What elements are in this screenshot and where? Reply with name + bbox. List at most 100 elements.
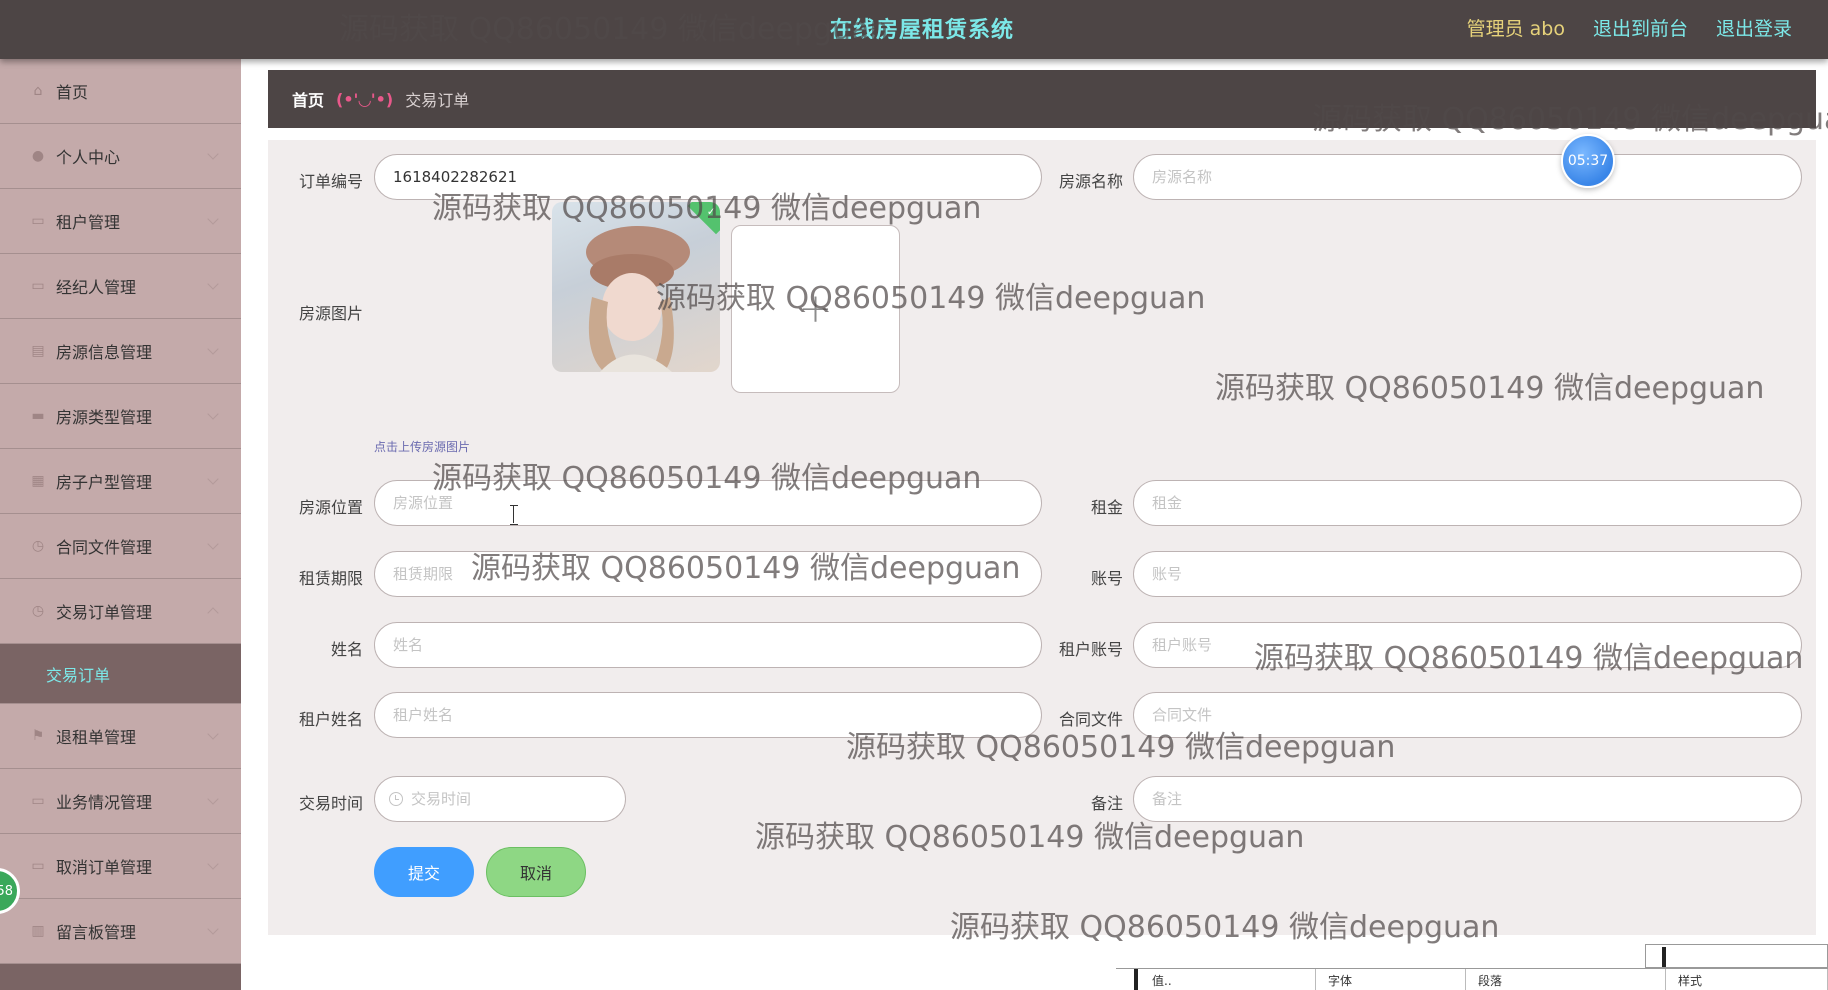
sidebar-item-house-types[interactable]: ▬ 房源类型管理 — [0, 384, 241, 449]
order-no-label: 订单编号 — [298, 172, 363, 191]
sidebar-item-label: 个人中心 — [56, 148, 121, 167]
sidebar-item-cancel-orders[interactable]: ▭ 取消订单管理 — [0, 834, 241, 899]
list-icon: ▭ — [31, 793, 45, 809]
order-form: 订单编号 房源名称 房源图片 ✓ + 点击上传房源图片 房源位置 租金 租赁期限… — [268, 140, 1816, 935]
sidebar-item-profile[interactable]: ● 个人中心 — [0, 124, 241, 189]
chevron-down-icon — [207, 213, 219, 225]
check-icon: ✓ — [706, 205, 716, 218]
sidebar-item-home[interactable]: ⌂ 首页 — [0, 59, 241, 124]
toolbar-cell[interactable]: 字体 — [1316, 969, 1466, 990]
top-bar: 在线房屋租赁系统 管理员 abo 退出到前台 退出登录 — [0, 0, 1828, 59]
breadcrumb-home[interactable]: 首页 — [292, 87, 324, 111]
sidebar-item-checkout[interactable]: ⚑ 退租单管理 — [0, 704, 241, 769]
sidebar-item-messages[interactable]: ▥ 留言板管理 — [0, 899, 241, 964]
clock-icon — [389, 792, 403, 806]
clock-icon: ◷ — [31, 603, 45, 619]
trade-time-picker[interactable] — [374, 776, 626, 822]
trade-time-label: 交易时间 — [298, 794, 363, 813]
toolbar-cell[interactable]: 样式 — [1666, 969, 1828, 990]
remark-input[interactable] — [1133, 776, 1802, 822]
sidebar-item-label: 留言板管理 — [56, 923, 137, 942]
rent-label: 租金 — [1090, 498, 1123, 517]
logout-link[interactable]: 退出登录 — [1716, 14, 1792, 41]
chevron-down-icon — [207, 473, 219, 485]
breadcrumb-separator: (•'◡'•) — [336, 89, 394, 109]
top-links: 管理员 abo 退出到前台 退出登录 — [1467, 14, 1792, 41]
back-to-front-link[interactable]: 退出到前台 — [1593, 14, 1688, 41]
rent-input[interactable] — [1133, 480, 1802, 526]
cancel-button[interactable]: 取消 — [486, 847, 586, 897]
name-input[interactable] — [374, 622, 1042, 668]
account-label: 账号 — [1090, 569, 1123, 588]
sidebar-item-layouts[interactable]: ▦ 房子户型管理 — [0, 449, 241, 514]
recording-timer[interactable]: 05:37 — [1561, 134, 1615, 188]
chevron-down-icon — [207, 858, 219, 870]
trade-time-input[interactable] — [411, 790, 611, 808]
tenant-name-label: 租户姓名 — [298, 710, 363, 729]
toolbar-divider — [1662, 947, 1666, 967]
sidebar-item-label: 取消订单管理 — [56, 858, 153, 877]
toolbar-cell[interactable]: 段落 — [1466, 969, 1666, 990]
house-image-label: 房源图片 — [298, 304, 363, 323]
tenant-account-input[interactable] — [1133, 622, 1802, 668]
admin-label: 管理员 abo — [1466, 18, 1565, 40]
building-icon: ▤ — [31, 343, 45, 359]
breadcrumb-current: 交易订单 — [405, 91, 470, 110]
upload-hint: 点击上传房源图片 — [374, 440, 471, 454]
tenant-account-label: 租户账号 — [1058, 640, 1123, 659]
toolbar-fragment: 值.. 字体 段落 样式 — [1116, 968, 1828, 990]
monitor-icon: ▬ — [31, 408, 45, 424]
toolbar-cell[interactable]: 值.. — [1116, 969, 1316, 990]
sidebar-item-label: 房源类型管理 — [56, 408, 153, 427]
sidebar: ⌂ 首页 ● 个人中心 ▭ 租户管理 ▭ 经纪人管理 ▤ 房源信息管理 ▬ 房源… — [0, 59, 241, 990]
image-upload-button[interactable]: + — [731, 225, 900, 393]
chart-icon: ▥ — [31, 923, 45, 939]
house-image-picture — [586, 226, 690, 372]
chevron-down-icon — [207, 923, 219, 935]
sidebar-item-label: 交易订单管理 — [56, 603, 153, 622]
sidebar-subitem-orders[interactable]: 交易订单 — [0, 644, 241, 704]
chevron-down-icon — [207, 278, 219, 290]
sidebar-item-label: 退租单管理 — [56, 728, 137, 747]
chevron-down-icon — [207, 148, 219, 160]
name-label: 姓名 — [330, 640, 363, 659]
sidebar-item-label: 租户管理 — [56, 213, 121, 232]
sidebar-item-label: 房子户型管理 — [56, 473, 153, 492]
sidebar-item-business[interactable]: ▭ 业务情况管理 — [0, 769, 241, 834]
house-location-input[interactable] — [374, 480, 1042, 526]
home-icon: ⌂ — [33, 83, 43, 99]
chevron-down-icon — [207, 538, 219, 550]
sidebar-item-label: 经纪人管理 — [56, 278, 137, 297]
flag-icon: ⚑ — [31, 728, 45, 744]
sidebar-item-label: 合同文件管理 — [56, 538, 153, 557]
app-title: 在线房屋租赁系统 — [830, 18, 1015, 43]
list-icon: ▭ — [31, 278, 45, 294]
sidebar-item-label: 业务情况管理 — [56, 793, 153, 812]
remark-label: 备注 — [1090, 794, 1123, 813]
sidebar-item-agents[interactable]: ▭ 经纪人管理 — [0, 254, 241, 319]
grid-icon: ▦ — [31, 473, 45, 489]
lease-term-input[interactable] — [374, 551, 1042, 597]
text-cursor-icon — [510, 505, 518, 525]
sidebar-item-contracts[interactable]: ◷ 合同文件管理 — [0, 514, 241, 579]
sidebar-item-house-info[interactable]: ▤ 房源信息管理 — [0, 319, 241, 384]
contract-file-input[interactable] — [1133, 692, 1802, 738]
order-no-input[interactable] — [374, 154, 1042, 200]
chevron-down-icon — [207, 728, 219, 740]
account-input[interactable] — [1133, 551, 1802, 597]
chevron-up-icon — [207, 607, 219, 619]
house-image-thumbnail[interactable]: ✓ — [552, 202, 720, 372]
sidebar-item-orders[interactable]: ◷ 交易订单管理 — [0, 579, 241, 644]
sidebar-item-label: 首页 — [56, 83, 89, 102]
chevron-down-icon — [207, 343, 219, 355]
sidebar-item-tenants[interactable]: ▭ 租户管理 — [0, 189, 241, 254]
list-icon: ▭ — [31, 858, 45, 874]
house-name-input[interactable] — [1133, 154, 1802, 200]
breadcrumb: 首页 (•'◡'•) 交易订单 — [268, 70, 1816, 128]
tenant-name-input[interactable] — [374, 692, 1042, 738]
toolbar-divider — [1134, 969, 1138, 990]
user-icon: ● — [31, 148, 45, 164]
house-location-label: 房源位置 — [298, 498, 363, 517]
clock-icon: ◷ — [31, 538, 45, 554]
submit-button[interactable]: 提交 — [374, 847, 474, 897]
